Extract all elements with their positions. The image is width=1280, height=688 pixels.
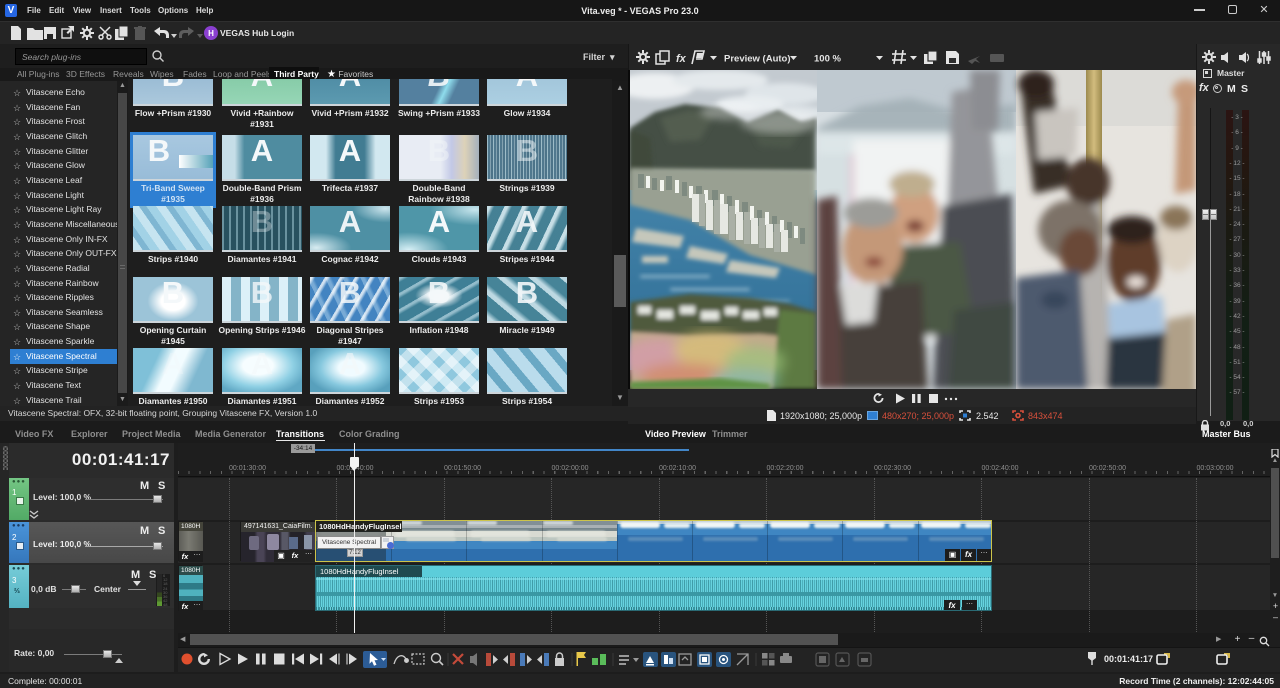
- svg-text:H: H: [208, 29, 214, 38]
- svg-text:100 %: 100 %: [814, 54, 841, 65]
- svg-text:fx: fx: [676, 53, 687, 65]
- svg-text:VEGAS Hub Login: VEGAS Hub Login: [220, 28, 294, 38]
- svg-text:Preview (Auto): Preview (Auto): [724, 54, 791, 65]
